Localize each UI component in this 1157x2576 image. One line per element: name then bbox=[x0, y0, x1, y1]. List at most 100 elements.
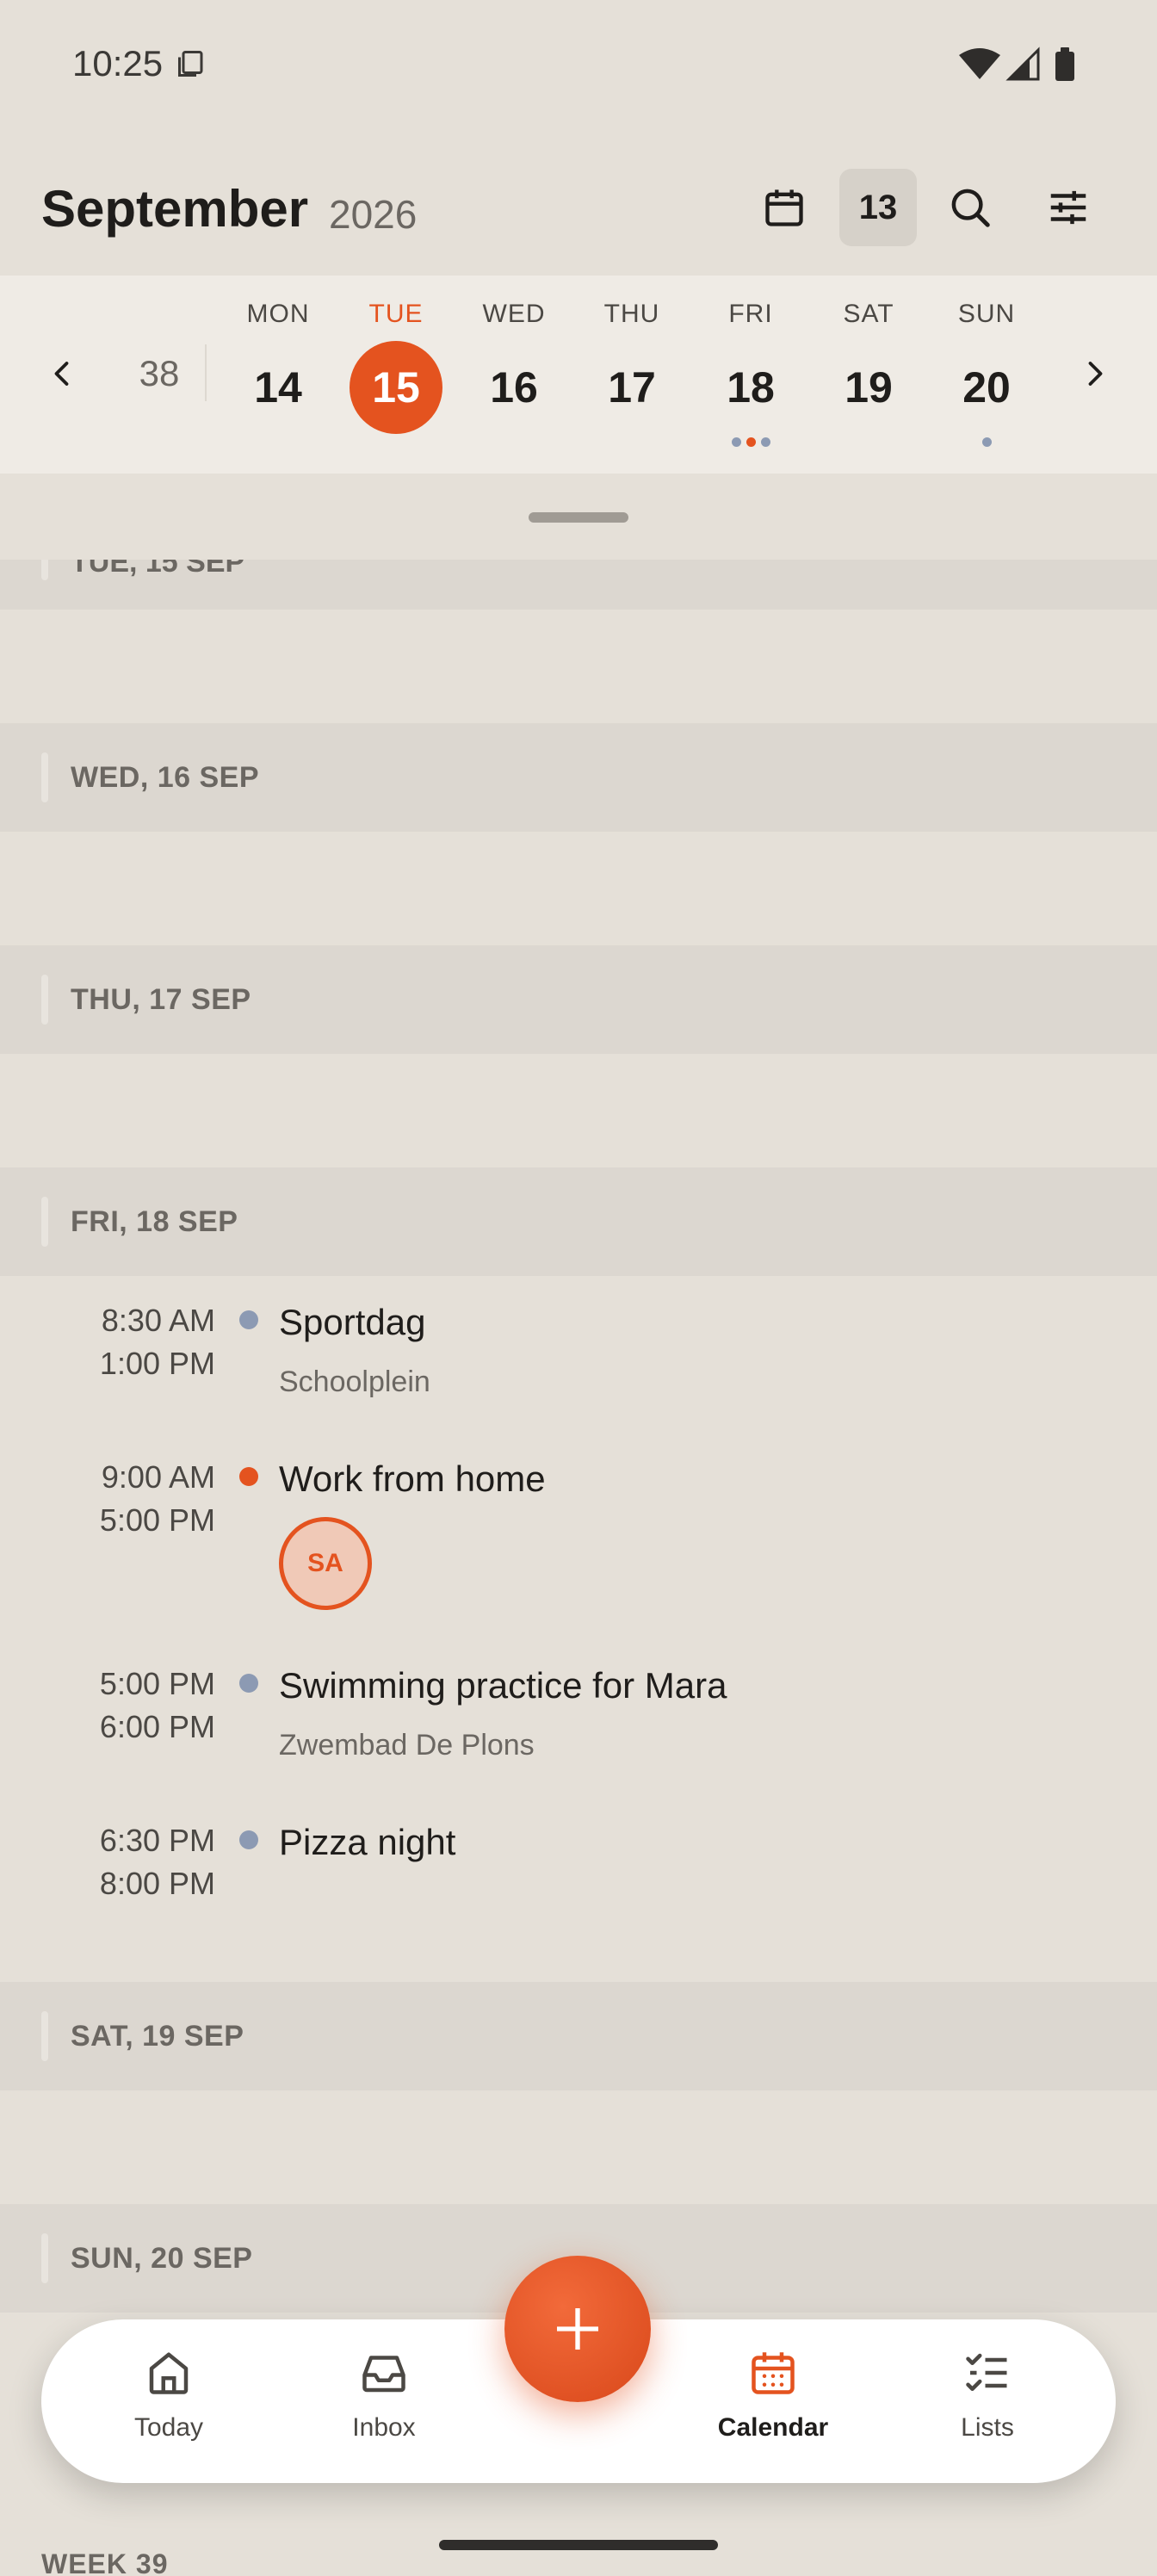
event-start-time: 6:30 PM bbox=[99, 1823, 215, 1858]
calendar-icon bbox=[765, 189, 803, 226]
event-start-time: 5:00 PM bbox=[99, 1666, 215, 1701]
day-header-sat: SAT, 19 SEP bbox=[0, 1982, 1157, 2090]
event-end-time: 5:00 PM bbox=[99, 1502, 215, 1538]
day-header-partial: TUE, 15 SEP bbox=[0, 560, 1157, 610]
nav-inbox[interactable]: Inbox bbox=[306, 2347, 461, 2459]
event-dots bbox=[344, 437, 448, 449]
attendee-avatar[interactable]: SA bbox=[279, 1517, 372, 1610]
drag-handle[interactable] bbox=[529, 512, 628, 523]
nav-lists[interactable]: Lists bbox=[910, 2347, 1065, 2459]
event-title: Work from home bbox=[279, 1458, 546, 1499]
day-fri[interactable]: FRI 18 bbox=[699, 300, 802, 449]
gesture-bar[interactable] bbox=[439, 2540, 718, 2550]
week-divider bbox=[205, 344, 207, 401]
nav-today[interactable]: Today bbox=[91, 2347, 246, 2459]
day-header-label: WED, 16 SEP bbox=[71, 761, 260, 794]
chevron-left-icon bbox=[54, 362, 69, 386]
event-location: Schoolplein bbox=[279, 1365, 430, 1398]
day-number: 14 bbox=[254, 363, 302, 412]
day-name: WED bbox=[482, 300, 546, 328]
event-color-dot bbox=[239, 1310, 258, 1329]
chevron-right-icon bbox=[1088, 362, 1103, 386]
status-icons bbox=[959, 46, 1074, 81]
day-name: MON bbox=[246, 300, 310, 328]
nav-label: Calendar bbox=[717, 2413, 829, 2442]
signal-icon bbox=[1005, 46, 1040, 81]
day-header-fri: FRI, 18 SEP bbox=[0, 1167, 1157, 1276]
home-icon bbox=[149, 2352, 189, 2394]
day-name: FRI bbox=[728, 300, 773, 328]
day-empty-slot bbox=[0, 2090, 1157, 2204]
battery-icon bbox=[1055, 47, 1074, 81]
week-number: 38 bbox=[139, 353, 180, 393]
day-empty-slot bbox=[0, 610, 1157, 723]
day-name: TUE bbox=[368, 300, 424, 328]
selected-day-number: 15 bbox=[350, 341, 442, 434]
search-button[interactable] bbox=[931, 169, 1009, 246]
day-thu[interactable]: THU 17 bbox=[580, 300, 684, 449]
year-label: 2026 bbox=[329, 192, 418, 237]
go-to-today-button[interactable]: 13 bbox=[839, 169, 917, 246]
day-wed[interactable]: WED 16 bbox=[462, 300, 566, 449]
event-start-time: 8:30 AM bbox=[101, 1303, 215, 1338]
event-dot bbox=[760, 437, 770, 447]
sliders-icon bbox=[1050, 190, 1086, 225]
day-tue[interactable]: TUE 15 bbox=[344, 300, 448, 449]
nav-calendar[interactable]: Calendar bbox=[696, 2347, 851, 2459]
day-header-label: FRI, 18 SEP bbox=[71, 1205, 238, 1238]
search-icon bbox=[951, 189, 990, 227]
event-dot bbox=[746, 437, 756, 447]
day-header-label: TUE, 15 SEP bbox=[71, 560, 245, 579]
status-time: 10:25 bbox=[72, 43, 164, 84]
add-event-button[interactable] bbox=[504, 2256, 651, 2402]
week-label: WEEK 39 bbox=[41, 2548, 169, 2576]
filter-button[interactable] bbox=[1030, 169, 1107, 246]
event-dots bbox=[817, 437, 920, 449]
day-sun[interactable]: SUN 20 bbox=[935, 300, 1038, 449]
day-header-label: SUN, 20 SEP bbox=[71, 2242, 253, 2275]
event-dot bbox=[731, 437, 741, 447]
event-start-time: 9:00 AM bbox=[101, 1459, 215, 1495]
day-mon[interactable]: MON 14 bbox=[226, 300, 330, 449]
calendar-view-button[interactable] bbox=[746, 169, 823, 246]
event-color-dot bbox=[239, 1467, 258, 1486]
day-empty-slot bbox=[0, 832, 1157, 945]
day-name: THU bbox=[603, 300, 660, 328]
event-dots bbox=[462, 437, 566, 449]
day-number: 17 bbox=[608, 363, 656, 412]
day-number: 19 bbox=[845, 363, 893, 412]
event-color-dot bbox=[239, 1674, 258, 1693]
event-dots bbox=[935, 437, 1038, 449]
day-number: 20 bbox=[962, 363, 1011, 412]
day-number: 18 bbox=[727, 363, 775, 412]
day-name: SUN bbox=[957, 300, 1016, 328]
wifi-icon bbox=[959, 48, 1000, 79]
event-end-time: 1:00 PM bbox=[99, 1346, 215, 1381]
day-number: 16 bbox=[490, 363, 538, 412]
next-week-button[interactable] bbox=[1066, 343, 1123, 405]
inbox-icon bbox=[362, 2356, 405, 2393]
event-color-dot bbox=[239, 1830, 258, 1849]
plus-icon bbox=[557, 2308, 598, 2350]
day-header-label: THU, 17 SEP bbox=[71, 983, 251, 1016]
event-dots bbox=[226, 437, 330, 449]
day-header-thu: THU, 17 SEP bbox=[0, 945, 1157, 1054]
screenshot-indicator-icon bbox=[178, 51, 203, 77]
previous-week-button[interactable] bbox=[34, 343, 91, 405]
event-location: Zwembad De Plons bbox=[279, 1729, 535, 1762]
calendar-grid-icon bbox=[752, 2352, 795, 2394]
day-empty-slot bbox=[0, 1054, 1157, 1167]
day-sat[interactable]: SAT 19 bbox=[817, 300, 920, 449]
day-header-label: SAT, 19 SEP bbox=[71, 2020, 244, 2053]
event-end-time: 8:00 PM bbox=[99, 1866, 215, 1901]
event-title: Sportdag bbox=[279, 1302, 426, 1342]
nav-label: Today bbox=[133, 2413, 204, 2442]
nav-label: Inbox bbox=[352, 2413, 416, 2442]
day-header-wed: WED, 16 SEP bbox=[0, 723, 1157, 832]
event-dots bbox=[580, 437, 684, 449]
checklist-icon bbox=[966, 2353, 1007, 2391]
nav-label: Lists bbox=[961, 2413, 1014, 2442]
event-end-time: 6:00 PM bbox=[99, 1709, 215, 1744]
month-title[interactable]: September bbox=[41, 179, 308, 238]
event-dots bbox=[699, 437, 802, 449]
